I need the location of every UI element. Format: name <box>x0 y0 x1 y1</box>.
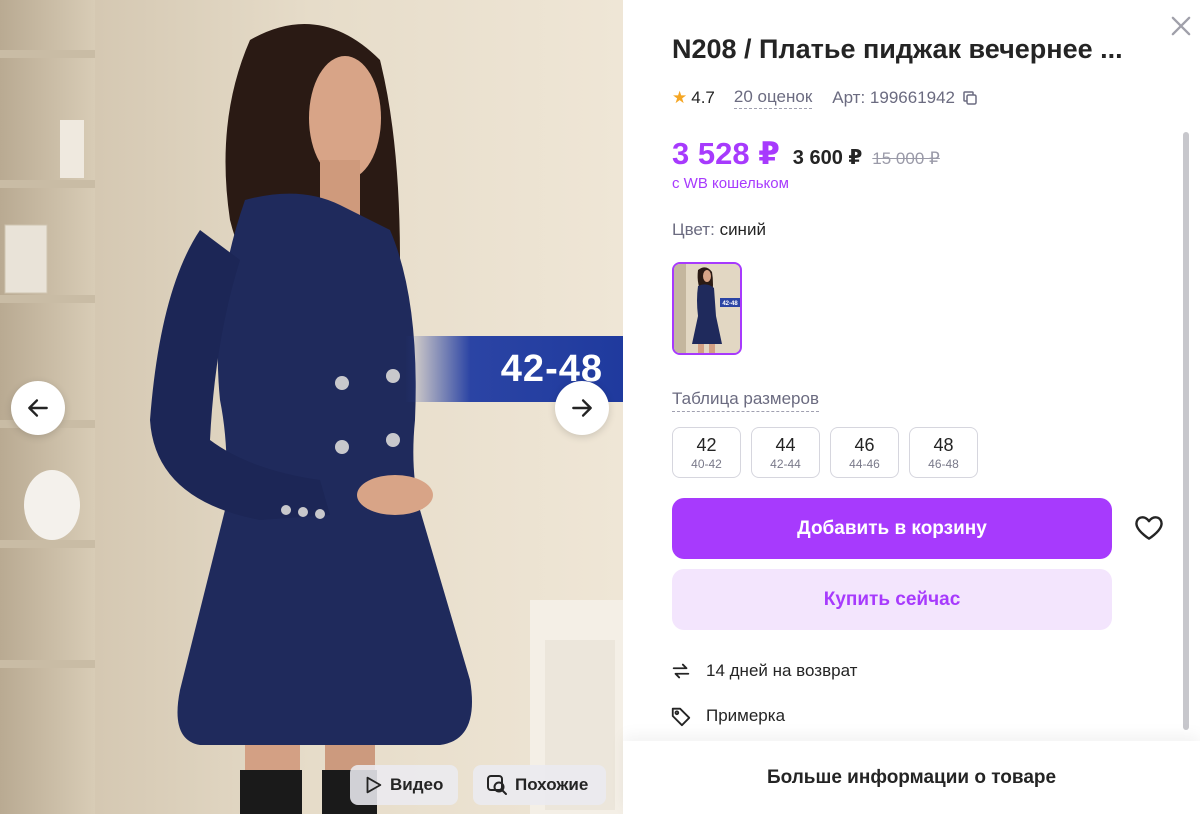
previous-photo-button[interactable] <box>11 381 65 435</box>
wallet-note: с WB кошельком <box>672 175 789 192</box>
size-range: 40-42 <box>691 456 722 471</box>
more-info-bar: Больше информации о товаре <box>623 741 1200 814</box>
scrollbar[interactable] <box>1182 132 1190 730</box>
similar-button[interactable]: Похожие <box>473 765 606 805</box>
fitting-label: Примерка <box>706 706 786 725</box>
star-icon: ★ <box>672 88 688 107</box>
return-policy-item: 14 дней на возврат <box>670 660 857 682</box>
size-number: 46 <box>854 434 875 455</box>
arrow-left-icon <box>28 399 48 417</box>
copy-icon[interactable] <box>961 89 979 107</box>
video-button[interactable]: Видео <box>350 765 458 805</box>
size-option-48[interactable]: 48 46-48 <box>909 427 978 478</box>
product-photo <box>0 0 623 814</box>
arrow-right-icon <box>572 399 592 417</box>
rating-value: 4.7 <box>691 88 715 107</box>
size-number: 44 <box>775 434 796 455</box>
size-number: 42 <box>696 434 717 455</box>
size-number: 48 <box>933 434 954 455</box>
regular-price: 3 600 ₽ <box>792 147 863 169</box>
size-option-46[interactable]: 46 44-46 <box>830 427 899 478</box>
color-key: Цвет: <box>672 220 715 239</box>
next-photo-button[interactable] <box>555 381 609 435</box>
similar-search-icon <box>487 775 507 795</box>
product-meta: ★ 4.7 20 оценок Арт: 199661942 <box>672 86 979 110</box>
size-option-44[interactable]: 44 42-44 <box>751 427 820 478</box>
return-arrows-icon <box>670 660 692 682</box>
color-value: синий <box>719 220 766 239</box>
product-gallery[interactable]: 42-48 Видео Похожие <box>0 0 623 814</box>
fitting-item: Примерка <box>670 705 785 727</box>
size-range: 42-44 <box>770 456 801 471</box>
thumbnail-photo: 42-48 <box>674 264 740 353</box>
favorite-button[interactable] <box>1133 512 1165 544</box>
size-options: 42 40-42 44 42-44 46 44-46 48 46-48 <box>672 427 978 478</box>
price-row: 3 528 ₽ 3 600 ₽ 15 000 ₽ <box>672 136 940 172</box>
close-button[interactable] <box>1167 12 1195 40</box>
color-variant-thumbnail[interactable]: 42-48 <box>672 262 742 355</box>
video-label: Видео <box>390 775 444 794</box>
return-policy-label: 14 дней на возврат <box>706 661 858 680</box>
size-table-link[interactable]: Таблица размеров <box>672 389 819 412</box>
product-panel: N208 / Платье пиджак вечернее ... ★ 4.7 … <box>623 0 1200 814</box>
wallet-price: 3 528 ₽ <box>672 136 780 171</box>
reviews-link[interactable]: 20 оценок <box>733 87 813 109</box>
size-range: 44-46 <box>849 456 880 471</box>
play-icon <box>366 776 382 794</box>
similar-label: Похожие <box>515 775 589 794</box>
scrollbar-thumb[interactable] <box>1183 132 1189 730</box>
size-range: 46-48 <box>928 456 959 471</box>
buy-now-button[interactable]: Купить сейчас <box>672 569 1112 630</box>
add-to-cart-button[interactable]: Добавить в корзину <box>672 498 1112 559</box>
heart-icon <box>1135 516 1163 540</box>
tag-icon <box>670 705 692 727</box>
close-icon <box>1171 16 1191 36</box>
color-label: Цвет: синий <box>672 220 766 240</box>
product-title: N208 / Платье пиджак вечернее ... <box>672 34 1123 64</box>
article-number: Арт: 199661942 <box>832 88 956 107</box>
more-info-link[interactable]: Больше информации о товаре <box>767 767 1056 789</box>
old-price: 15 000 ₽ <box>872 149 940 168</box>
size-option-42[interactable]: 42 40-42 <box>672 427 741 478</box>
thumbnail-badge: 42-48 <box>722 301 738 307</box>
